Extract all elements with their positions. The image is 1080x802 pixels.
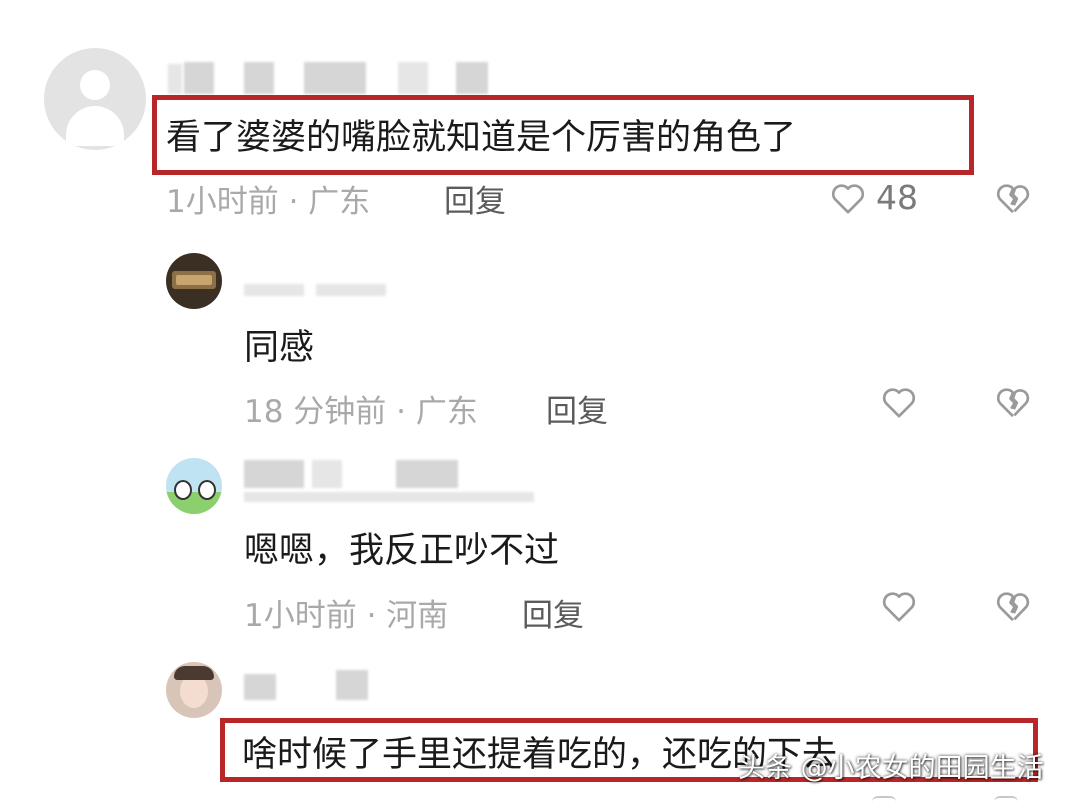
comment-text: 同感 <box>244 328 315 368</box>
heart-outline-icon[interactable] <box>828 178 868 218</box>
avatar[interactable] <box>166 662 222 718</box>
comment-text: 看了婆婆的嘴脸就知道是个厉害的角色了 <box>166 118 797 158</box>
comment-meta: 1小时前 · 广东 <box>166 184 371 220</box>
comment-meta: 18 分钟前 · 广东 <box>244 394 478 430</box>
reply-button[interactable]: 回复 <box>444 176 506 221</box>
reply-button[interactable]: 回复 <box>546 386 608 431</box>
watermark: 头条 @小农女的田园生活 <box>738 753 1044 784</box>
user-silhouette-icon <box>80 70 110 100</box>
broken-heart-icon[interactable] <box>993 382 1033 422</box>
reply-button[interactable]: 回复 <box>522 590 584 635</box>
comment-text: 嗯嗯，我反正吵不过 <box>244 531 560 571</box>
avatar[interactable] <box>166 458 222 514</box>
avatar[interactable] <box>166 253 222 309</box>
broken-heart-icon[interactable] <box>993 586 1033 626</box>
comment-meta: 1小时前 · 河南 <box>244 598 449 634</box>
avatar-default[interactable] <box>44 48 146 150</box>
like-count: 48 <box>876 178 918 217</box>
heart-outline-icon[interactable] <box>879 382 919 422</box>
broken-heart-icon[interactable] <box>993 178 1033 218</box>
heart-outline-icon[interactable] <box>879 586 919 626</box>
